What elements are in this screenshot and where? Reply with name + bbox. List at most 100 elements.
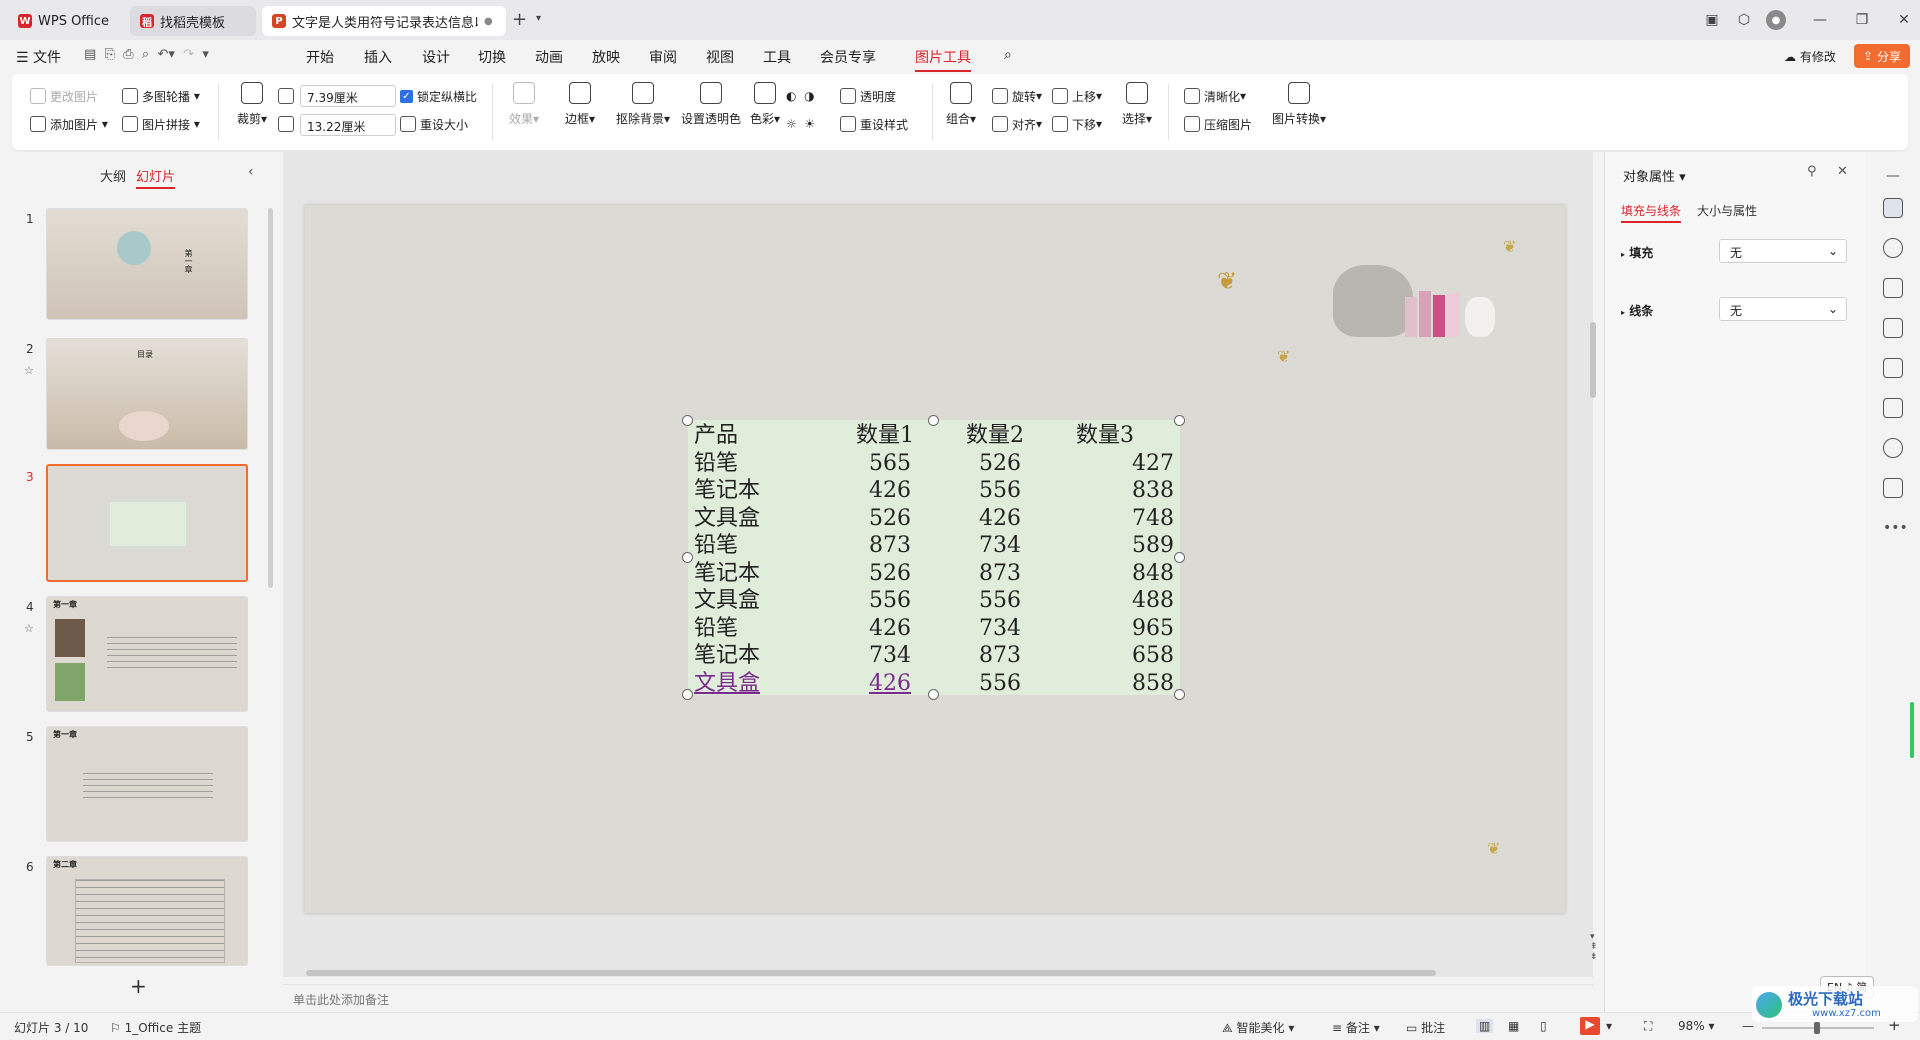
star-icon[interactable]: ☆	[24, 364, 34, 377]
tab-document[interactable]: P 文字是人类用符号记录表达信息以 ●	[262, 6, 506, 36]
brightness-up-icon[interactable]: ◐ ◑	[786, 86, 815, 106]
export-icon[interactable]: ⎘	[105, 47, 115, 62]
book-icon[interactable]	[1883, 398, 1903, 418]
menu-design[interactable]: 设计	[422, 47, 450, 67]
close-icon[interactable]: ✕	[1894, 10, 1914, 30]
print-preview-icon[interactable]: ⌕	[142, 47, 149, 62]
tab-fill-line[interactable]: 填充与线条	[1621, 202, 1682, 223]
select-button[interactable]: 选择▾	[1112, 82, 1162, 127]
play-slideshow-icon[interactable]: ▶	[1580, 1017, 1600, 1035]
crop-button[interactable]: 裁剪▾	[224, 82, 280, 127]
set-transparent-button[interactable]: 设置透明色	[680, 82, 742, 127]
compress-picture-button[interactable]: 压缩图片	[1184, 114, 1252, 134]
slide-thumbnail-5[interactable]: 第一章	[46, 726, 248, 842]
height-input[interactable]: 13.22厘米	[300, 114, 396, 136]
vertical-scrollbar[interactable]	[1590, 322, 1596, 398]
resize-handle-t[interactable]	[928, 415, 939, 426]
slide-thumbnail-4[interactable]: 第一章	[46, 596, 248, 712]
resize-handle-r[interactable]	[1174, 552, 1185, 563]
menu-insert[interactable]: 插入	[364, 47, 392, 67]
menu-animation[interactable]: 动画	[535, 47, 563, 67]
color-button[interactable]: 色彩▾	[744, 82, 786, 127]
tab-wps-office[interactable]: W WPS Office	[8, 6, 122, 36]
avatar[interactable]: ●	[1766, 10, 1786, 30]
search-icon[interactable]: ⌕	[1004, 47, 1012, 63]
thumbnail-scrollbar[interactable]	[268, 208, 273, 588]
zoom-slider-thumb[interactable]	[1814, 1022, 1820, 1034]
tab-outline[interactable]: 大纲	[100, 166, 126, 185]
theme-indicator[interactable]: ⚐ 1_Office 主题	[110, 1019, 201, 1036]
slide-thumbnail-1[interactable]: 第一章	[46, 208, 248, 320]
resize-handle-bl[interactable]	[682, 689, 693, 700]
tab-slides[interactable]: 幻灯片	[136, 166, 176, 189]
fill-section[interactable]: ▸ 填充	[1621, 244, 1653, 261]
smart-beautify-button[interactable]: ⟁ 智能美化 ▾	[1222, 1019, 1294, 1036]
slide-thumbnail-3-selected[interactable]	[46, 464, 248, 582]
picture-collage-button[interactable]: 图片拼接 ▾	[122, 114, 200, 134]
normal-view-icon[interactable]: ▥	[1476, 1019, 1494, 1033]
share-button[interactable]: ⇪ 分享	[1854, 44, 1910, 68]
layout-icon[interactable]: ▣	[1702, 10, 1722, 30]
slide-thumbnail-6[interactable]: 第二章	[46, 856, 248, 966]
collapse-icon[interactable]: —	[1886, 168, 1900, 184]
resize-handle-br[interactable]	[1174, 689, 1185, 700]
star-icon[interactable]	[1883, 238, 1903, 258]
menu-slideshow[interactable]: 放映	[592, 47, 620, 67]
pin-icon[interactable]: ⚲	[1807, 164, 1817, 179]
close-pane-icon[interactable]: ✕	[1837, 164, 1848, 179]
bring-forward-button[interactable]: 上移 ▾	[1052, 86, 1102, 106]
menu-tools[interactable]: 工具	[763, 47, 791, 67]
transparency-button[interactable]: 透明度	[840, 86, 896, 106]
tab-size-properties[interactable]: 大小与属性	[1697, 202, 1757, 219]
tab-docer[interactable]: 稻 找稻壳模板	[130, 6, 256, 36]
save-icon[interactable]: ▤	[84, 47, 96, 62]
redo-icon[interactable]: ↷	[183, 47, 194, 62]
cutout-background-button[interactable]: 抠除背景▾	[610, 82, 676, 127]
reset-style-button[interactable]: 重设样式	[840, 114, 908, 134]
reading-view-icon[interactable]: ▯	[1540, 1019, 1547, 1033]
slide-sorter-icon[interactable]: ▦	[1508, 1019, 1519, 1033]
data-table-image[interactable]	[688, 420, 1180, 695]
line-dropdown[interactable]: 无 ⌄	[1719, 297, 1847, 321]
sharpen-button[interactable]: 清晰化 ▾	[1184, 86, 1246, 106]
pane-title[interactable]: 对象属性 ▾	[1623, 166, 1686, 185]
shirt-icon[interactable]	[1883, 478, 1903, 498]
collapse-pane-icon[interactable]: ‹	[248, 164, 254, 180]
new-tab-icon[interactable]: +	[512, 9, 527, 30]
multi-carousel-button[interactable]: 多图轮播 ▾	[122, 86, 200, 106]
add-slide-button[interactable]: +	[130, 974, 147, 998]
group-button[interactable]: 组合▾	[936, 82, 986, 127]
resize-handle-tl[interactable]	[682, 415, 693, 426]
zoom-level[interactable]: 98% ▾	[1678, 1019, 1715, 1033]
chevron-down-icon[interactable]: ▾	[1606, 1019, 1612, 1033]
minimize-icon[interactable]: —	[1810, 10, 1830, 30]
resize-handle-tr[interactable]	[1174, 415, 1185, 426]
fit-window-icon[interactable]: ⛶	[1644, 1019, 1652, 1034]
contrast-icon[interactable]: ☼ ☀	[786, 114, 815, 134]
more-icon[interactable]: ▾	[202, 47, 209, 62]
chevron-down-icon[interactable]: ▾	[536, 13, 541, 24]
star-icon[interactable]: ☆	[24, 622, 34, 635]
change-picture-button[interactable]: 更改图片	[30, 86, 98, 106]
reset-size-button[interactable]: 重设大小	[400, 114, 468, 134]
has-changes-button[interactable]: ☁ 有修改	[1784, 48, 1836, 65]
zoom-out-icon[interactable]: —	[1742, 1019, 1754, 1033]
copy-icon[interactable]	[1883, 278, 1903, 298]
restore-icon[interactable]: ❐	[1852, 10, 1872, 30]
cube-icon[interactable]: ⬡	[1734, 10, 1754, 30]
undo-icon[interactable]: ↶▾	[157, 47, 174, 62]
help-icon[interactable]	[1883, 438, 1903, 458]
notes-button[interactable]: ≡ 备注 ▾	[1332, 1019, 1380, 1036]
border-button[interactable]: 边框▾	[552, 82, 608, 127]
line-section[interactable]: ▸ 线条	[1621, 302, 1653, 319]
zoom-slider[interactable]	[1762, 1022, 1874, 1034]
print-icon[interactable]: ⎙	[123, 47, 133, 62]
align-button[interactable]: 对齐 ▾	[992, 114, 1042, 134]
menu-member[interactable]: 会员专享	[820, 47, 876, 67]
page-nav-arrows-icon[interactable]: ▾ ⇞ ⇟	[1590, 932, 1598, 962]
notes-area[interactable]: 单击此处添加备注	[283, 984, 1593, 1012]
menu-picture-tools[interactable]: 图片工具	[915, 47, 971, 72]
rotate-button[interactable]: 旋转 ▾	[992, 86, 1042, 106]
more-options-icon[interactable]: •••	[1883, 520, 1908, 536]
send-backward-button[interactable]: 下移 ▾	[1052, 114, 1102, 134]
